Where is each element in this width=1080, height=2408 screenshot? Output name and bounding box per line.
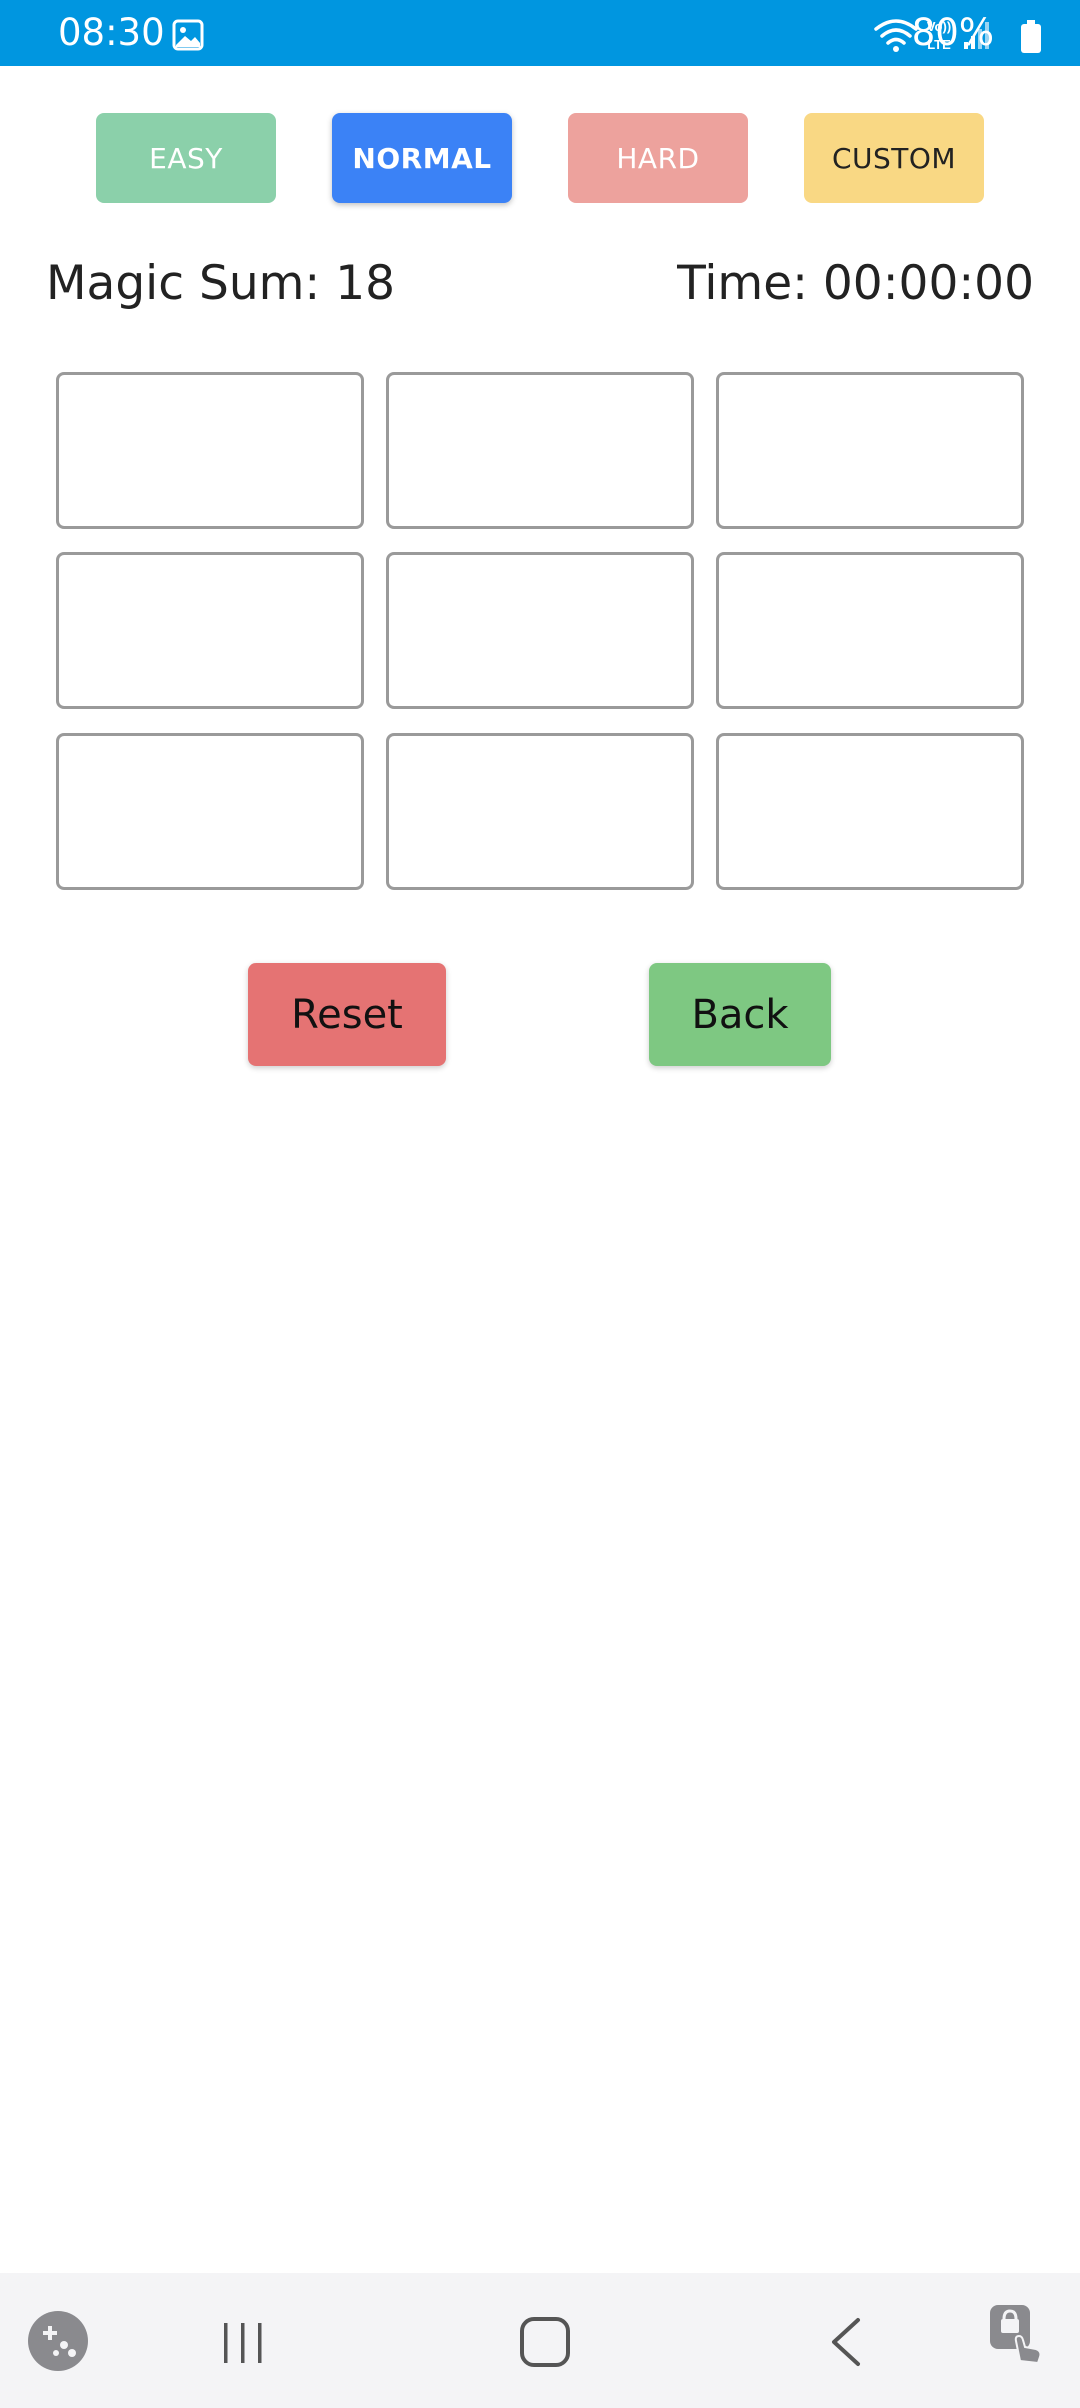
battery-icon <box>1021 20 1041 53</box>
battery-percent: 80% <box>911 11 994 54</box>
grid-cell[interactable] <box>56 372 364 529</box>
custom-button[interactable]: CUSTOM <box>804 113 984 203</box>
grid-cell[interactable] <box>716 733 1024 890</box>
hard-button[interactable]: HARD <box>568 113 748 203</box>
status-bar: 08:30 Vo)) LTE 80% <box>0 0 1080 66</box>
home-icon[interactable] <box>518 2315 572 2369</box>
gallery-icon <box>172 19 204 51</box>
grid-cell[interactable] <box>56 733 364 890</box>
back-button[interactable]: Back <box>649 963 831 1066</box>
grid-cell[interactable] <box>56 552 364 709</box>
magic-square-grid <box>56 372 1024 890</box>
grid-cell[interactable] <box>386 733 694 890</box>
game-tools-icon[interactable] <box>26 2309 90 2373</box>
navigation-bar <box>0 2273 1080 2408</box>
timer-label: Time: 00:00:00 <box>677 256 1034 311</box>
recents-icon[interactable] <box>218 2321 268 2365</box>
grid-cell[interactable] <box>386 372 694 529</box>
grid-cell[interactable] <box>386 552 694 709</box>
status-time: 08:30 <box>58 11 165 54</box>
easy-button[interactable]: EASY <box>96 113 276 203</box>
magic-sum-label: Magic Sum: 18 <box>46 256 396 311</box>
grid-cell[interactable] <box>716 552 1024 709</box>
touch-lock-icon[interactable] <box>986 2301 1050 2365</box>
reset-button[interactable]: Reset <box>248 963 446 1066</box>
grid-cell[interactable] <box>716 372 1024 529</box>
back-icon[interactable] <box>826 2317 866 2367</box>
normal-button[interactable]: NORMAL <box>332 113 512 203</box>
